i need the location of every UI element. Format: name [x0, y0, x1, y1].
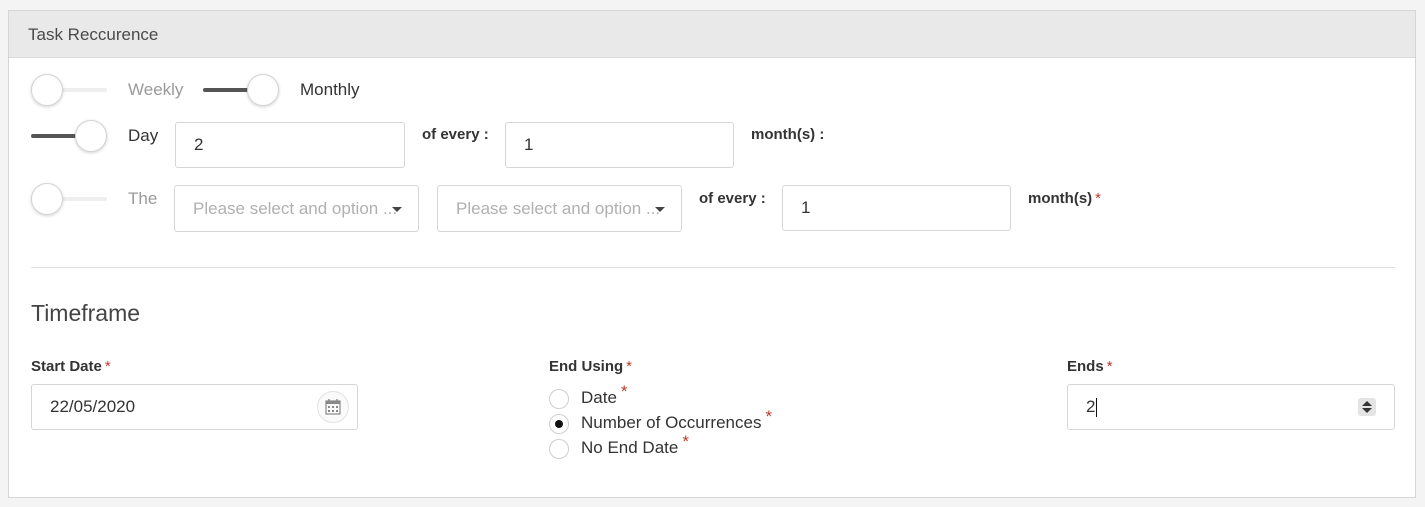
- day-every-months-input[interactable]: 1: [505, 122, 734, 168]
- day-of-every-label: of every :: [422, 126, 489, 143]
- chevron-down-icon: [655, 207, 665, 212]
- day-toggle-knob: [75, 120, 107, 152]
- start-date-label-text: Start Date: [31, 358, 102, 375]
- required-mark: *: [104, 358, 111, 375]
- the-months-label-text: month(s): [1028, 190, 1093, 207]
- ordinal-select-placeholder: Please select and option ...: [193, 199, 398, 218]
- end-using-date-text: Date: [581, 388, 617, 407]
- weekly-label: Weekly: [128, 80, 184, 99]
- spinner-up-icon[interactable]: [1362, 401, 1372, 406]
- end-using-label-text: End Using: [549, 358, 624, 375]
- chevron-down-icon: [392, 207, 402, 212]
- the-months-label: month(s) *: [1028, 190, 1101, 207]
- the-toggle-knob: [31, 183, 63, 215]
- end-using-no-end-date-radio[interactable]: [549, 439, 569, 459]
- end-using-no-end-date-label[interactable]: No End Date *: [581, 432, 689, 458]
- start-date-input[interactable]: 22/05/2020: [31, 384, 358, 430]
- end-using-occurrences-radio[interactable]: [549, 414, 569, 434]
- timeframe-title: Timeframe: [31, 300, 141, 326]
- end-using-no-end-date-text: No End Date: [581, 438, 679, 457]
- the-of-every-label: of every :: [699, 190, 766, 207]
- required-mark: *: [620, 382, 628, 401]
- start-date-label: Start Date *: [31, 358, 111, 375]
- start-date-value: 22/05/2020: [50, 397, 136, 416]
- panel-header: Task Reccurence: [9, 11, 1415, 58]
- ordinal-select[interactable]: Please select and option ...: [174, 185, 419, 232]
- the-toggle[interactable]: [31, 183, 107, 215]
- ends-label: Ends *: [1067, 358, 1113, 375]
- end-using-occurrences-text: Number of Occurrences: [581, 413, 762, 432]
- weekday-select[interactable]: Please select and option ...: [437, 185, 682, 232]
- required-mark: *: [1106, 358, 1113, 375]
- ends-number-input[interactable]: 2: [1067, 384, 1395, 430]
- panel-title: Task Reccurence: [28, 25, 159, 44]
- required-mark: *: [765, 407, 773, 426]
- ends-value: 2: [1086, 397, 1096, 416]
- weekly-toggle-knob: [31, 74, 63, 106]
- text-cursor: [1096, 398, 1098, 418]
- spinner-down-icon[interactable]: [1362, 408, 1372, 413]
- required-mark: *: [682, 432, 689, 451]
- required-mark: *: [626, 358, 633, 375]
- weekday-select-placeholder: Please select and option ...: [456, 199, 661, 218]
- monthly-toggle[interactable]: [203, 74, 279, 106]
- the-label: The: [128, 189, 158, 208]
- end-using-date-radio[interactable]: [549, 389, 569, 409]
- end-using-occurrences-label[interactable]: Number of Occurrences *: [581, 407, 772, 433]
- day-label: Day: [128, 126, 159, 145]
- ends-label-text: Ends: [1067, 358, 1104, 375]
- required-mark: *: [1095, 190, 1101, 207]
- day-toggle[interactable]: [31, 120, 107, 152]
- day-number-input[interactable]: 2: [175, 122, 405, 168]
- end-using-date-label[interactable]: Date *: [581, 382, 628, 408]
- section-divider: [31, 267, 1395, 268]
- day-months-label: month(s) :: [751, 126, 825, 143]
- end-using-label: End Using *: [549, 358, 632, 375]
- weekly-toggle[interactable]: [31, 74, 107, 106]
- monthly-label: Monthly: [300, 80, 360, 99]
- task-recurrence-panel: Task Reccurence Weekly Monthly Day 2 of …: [8, 10, 1416, 498]
- calendar-icon: [325, 399, 341, 415]
- monthly-toggle-knob: [247, 74, 279, 106]
- the-every-months-input[interactable]: 1: [782, 185, 1011, 231]
- calendar-button[interactable]: [317, 391, 349, 423]
- spinner-icon[interactable]: [1358, 398, 1376, 416]
